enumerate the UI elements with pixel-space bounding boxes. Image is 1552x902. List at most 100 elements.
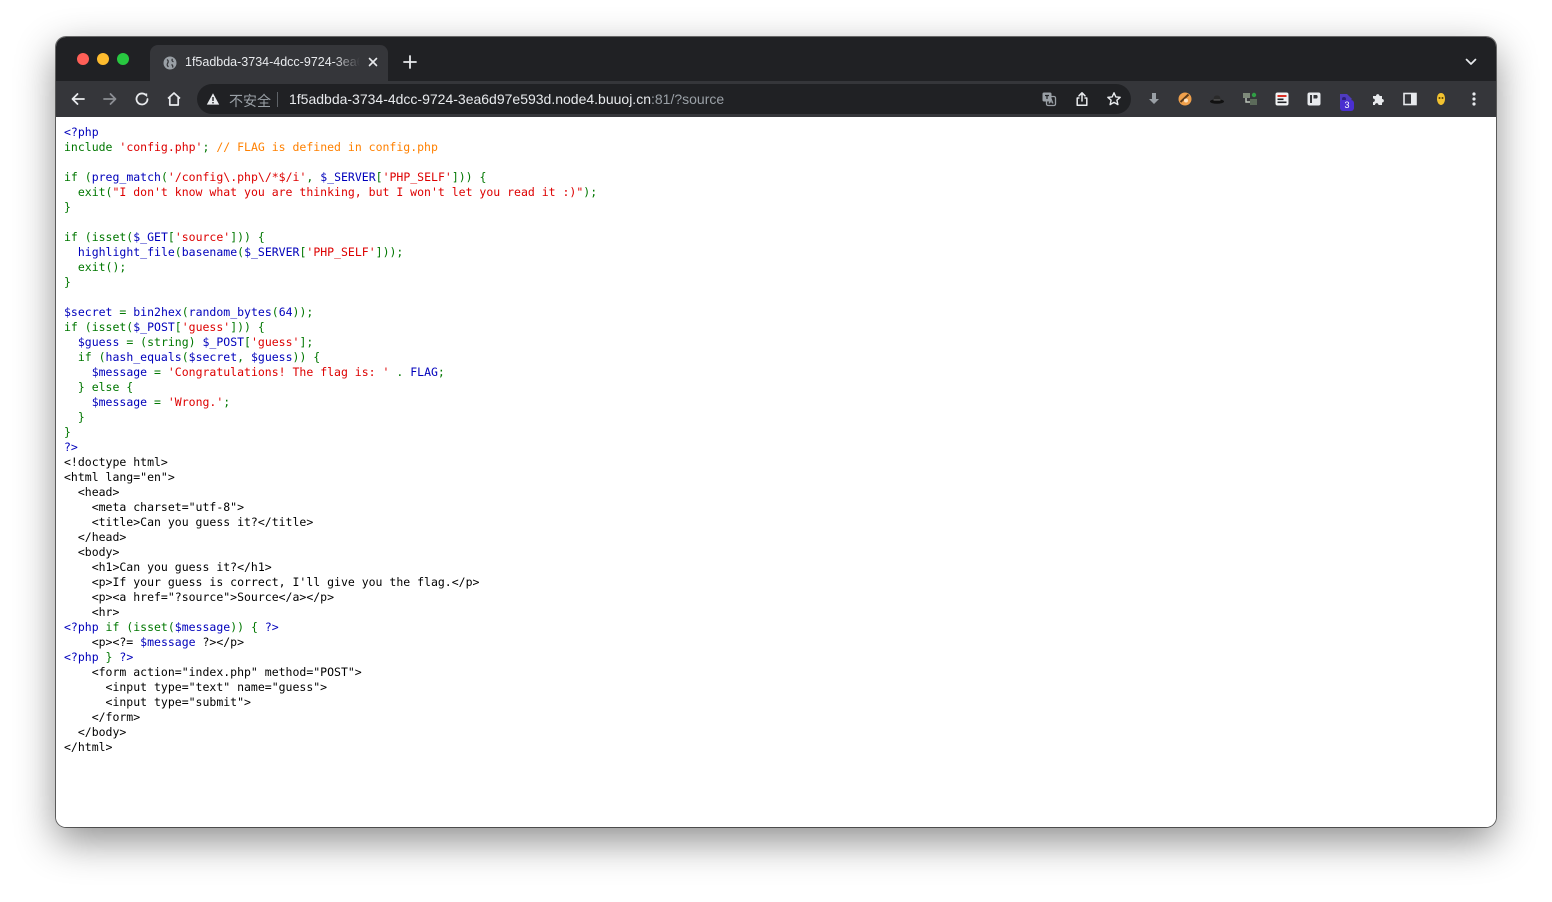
code-token: FLAG <box>410 365 438 379</box>
code-token: $secret <box>188 350 238 364</box>
code-token: } else { <box>64 380 134 394</box>
code-line: $guess = (string) $_POST['guess']; <box>64 335 313 349</box>
plus-icon[interactable] <box>402 54 418 70</box>
code-line: if (hash_equals($secret, $guess)) { <box>64 350 320 364</box>
reload-icon[interactable] <box>133 90 151 108</box>
puzzle-icon[interactable] <box>1370 91 1386 107</box>
code-token: $message <box>140 635 203 649</box>
code-token: $_SERVER <box>320 170 376 184</box>
code-token: ; <box>223 395 231 409</box>
code-line: if (isset($_POST['guess'])) { <box>64 320 265 334</box>
forward-icon[interactable] <box>101 90 119 108</box>
source-code-listing: <?php include 'config.php'; // FLAG is d… <box>64 125 597 755</box>
address-separator <box>277 92 278 107</box>
code-line: <form action="index.php" method="POST"> <box>64 665 362 679</box>
code-line: $secret = bin2hex(random_bytes(64)); <box>64 305 313 319</box>
code-line: include 'config.php'; // FLAG is defined… <box>64 140 438 154</box>
code-line: <h1>Can you guess it?</h1> <box>64 560 272 574</box>
code-token: <input type="text" name="guess"> <box>64 680 328 694</box>
close-icon[interactable] <box>365 54 381 70</box>
home-icon[interactable] <box>165 90 183 108</box>
translate-icon[interactable] <box>1041 91 1057 107</box>
extension-hat-icon[interactable] <box>1209 91 1225 107</box>
code-token: } <box>64 275 71 289</box>
code-token: if ( <box>64 170 92 184</box>
code-token: ])); <box>375 245 404 259</box>
extension-colorzilla-icon[interactable] <box>1177 91 1193 107</box>
code-token: $guess <box>250 350 293 364</box>
code-token: $message <box>91 395 155 409</box>
code-token: [ <box>174 320 182 334</box>
url-text[interactable]: 1f5adbda-3734-4dcc-9724-3ea6d97e593d.nod… <box>289 91 724 107</box>
code-token: , <box>237 350 251 364</box>
code-token: )) { <box>230 620 265 634</box>
extension-hackbar-icon[interactable] <box>1274 91 1290 107</box>
code-token: <body> <box>64 545 120 559</box>
browser-window: 1f5adbda-3734-4dcc-9724-3ea6d97e593d.nod… <box>56 37 1496 827</box>
code-line: </body> <box>64 725 126 739</box>
code-token: 'guess' <box>250 335 300 349</box>
star-icon[interactable] <box>1106 91 1122 107</box>
share-icon[interactable] <box>1074 91 1090 107</box>
tab-title: 1f5adbda-3734-4dcc-9724-3ea6d97e593d.nod… <box>185 55 360 69</box>
code-token: } <box>64 200 71 214</box>
code-line: <meta charset="utf-8"> <box>64 500 244 514</box>
code-line: <!doctype html> <box>64 455 168 469</box>
code-token: if (isset( <box>64 230 134 244</box>
code-line: } <box>64 200 71 214</box>
code-token: ( <box>160 170 168 184</box>
code-token: hash_equals <box>105 350 182 364</box>
code-token: bin2hex <box>133 305 182 319</box>
code-token: if (isset( <box>105 620 175 634</box>
sidepanel-icon[interactable] <box>1402 91 1418 107</box>
chevron-down-icon[interactable] <box>1464 55 1478 69</box>
close-window-button[interactable] <box>77 53 89 65</box>
code-token: )); <box>292 305 314 319</box>
code-token: 'PHP_SELF' <box>382 170 452 184</box>
code-line: ?> <box>64 440 78 454</box>
code-token: ; <box>437 365 445 379</box>
page-content: <?php include 'config.php'; // FLAG is d… <box>56 117 1496 827</box>
globe-icon <box>163 56 177 70</box>
code-line: <input type="submit"> <box>64 695 251 709</box>
warning-icon[interactable] <box>206 92 220 106</box>
code-token: <?php <box>64 125 99 139</box>
code-token: </body> <box>64 725 127 739</box>
code-token: ( <box>271 305 279 319</box>
security-label[interactable]: 不安全 <box>229 91 271 111</box>
extension-network-icon[interactable] <box>1242 91 1258 107</box>
code-token: , <box>306 170 321 184</box>
code-token: </form> <box>64 710 141 724</box>
download-icon[interactable] <box>1146 91 1162 107</box>
code-token: if (isset( <box>64 320 134 334</box>
code-token: ])) { <box>230 230 265 244</box>
menu-icon[interactable] <box>1466 91 1482 107</box>
code-line: $message = 'Wrong.'; <box>64 395 231 409</box>
code-line: <p><a href="?source">Source</a></p> <box>64 590 334 604</box>
code-token: } <box>105 650 120 664</box>
code-token: 'PHP_SELF' <box>306 245 376 259</box>
code-line: <html lang="en"> <box>64 470 175 484</box>
code-token: ; <box>202 140 217 154</box>
code-token: <html lang="en"> <box>64 470 175 484</box>
code-token: </head> <box>64 530 127 544</box>
address-bar[interactable]: 不安全 1f5adbda-3734-4dcc-9724-3ea6d97e593d… <box>197 84 1131 114</box>
code-token: "I don't know what you are thinking, but… <box>112 185 584 199</box>
code-token: <?php <box>64 650 106 664</box>
code-line: <?php <box>64 125 99 139</box>
code-line: <input type="text" name="guess"> <box>64 680 328 694</box>
code-token: preg_match <box>91 170 161 184</box>
extension-yellow-icon[interactable] <box>1433 91 1449 107</box>
back-icon[interactable] <box>69 90 87 108</box>
code-token: <form action="index.php" method="POST"> <box>64 665 362 679</box>
code-token: ?> <box>64 440 78 454</box>
code-token: $guess <box>77 335 127 349</box>
minimize-window-button[interactable] <box>97 53 109 65</box>
tab-active[interactable]: 1f5adbda-3734-4dcc-9724-3ea6d97e593d.nod… <box>150 45 388 81</box>
code-token: ])) { <box>230 320 265 334</box>
code-line: <?php } ?> <box>64 650 133 664</box>
code-token: = <box>154 395 168 409</box>
fullscreen-window-button[interactable] <box>117 53 129 65</box>
extension-editor-icon[interactable] <box>1306 91 1322 107</box>
